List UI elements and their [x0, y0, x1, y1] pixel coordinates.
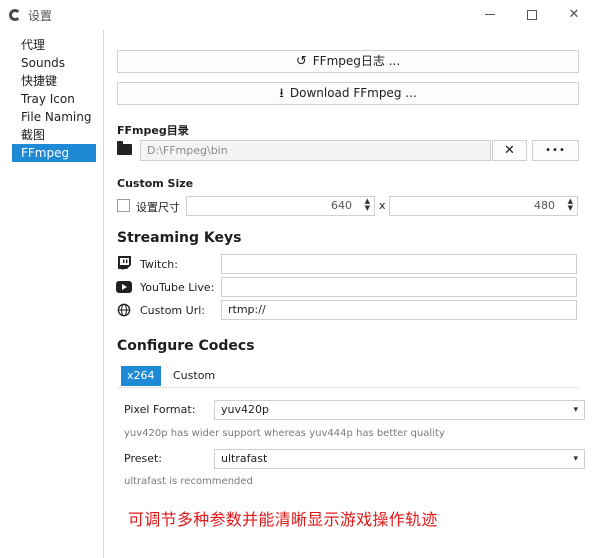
clear-icon: ✕ — [504, 143, 515, 158]
youtube-key-input[interactable] — [221, 277, 577, 297]
pixel-format-select[interactable]: yuv420p ▾ — [214, 400, 585, 420]
codec-settings-panel: Pixel Format: yuv420p ▾ yuv420p has wide… — [117, 387, 585, 497]
width-stepper[interactable]: 640 ▲ ▼ — [186, 196, 375, 216]
youtube-live-label: YouTube Live: — [140, 281, 215, 294]
configure-codecs-heading: Configure Codecs — [117, 338, 255, 354]
custom-url-label: Custom Url: — [140, 304, 205, 317]
history-icon: ↺ — [295, 54, 307, 69]
ffmpeg-dir-label: FFmpeg目录 — [117, 124, 189, 137]
youtube-icon — [116, 281, 132, 293]
sidebar-item-file-naming[interactable]: File Naming — [12, 108, 96, 126]
caption-text: 可调节多种参数并能清晰显示游戏操作轨迹 — [128, 510, 438, 529]
ffmpeg-dir-input[interactable]: D:\FFmpeg\bin — [140, 140, 491, 161]
app-icon — [9, 9, 21, 21]
tab-custom[interactable]: Custom — [167, 366, 221, 386]
custom-url-input[interactable]: rtmp:// — [221, 300, 577, 320]
sidebar-item-hotkeys[interactable]: 快捷键 — [12, 72, 96, 90]
sidebar-item-tray-icon[interactable]: Tray Icon — [12, 90, 96, 108]
chevron-down-icon: ▾ — [573, 454, 578, 464]
sidebar-item-sounds[interactable]: Sounds — [12, 54, 96, 72]
pixel-format-label: Pixel Format: — [124, 403, 196, 416]
size-separator: x — [379, 199, 386, 212]
window-title: 设置 — [28, 9, 53, 23]
preset-select[interactable]: ultrafast ▾ — [214, 449, 585, 469]
download-icon: ⭳ — [279, 86, 284, 101]
height-spin-arrows-icon[interactable]: ▲ ▼ — [568, 198, 573, 212]
minimize-icon — [485, 14, 495, 15]
chevron-down-icon: ▾ — [573, 405, 578, 415]
tab-x264[interactable]: x264 — [121, 366, 161, 386]
maximize-icon — [527, 9, 537, 20]
browse-dir-button[interactable]: ••• — [532, 140, 579, 161]
width-spin-arrows-icon[interactable]: ▲ ▼ — [365, 198, 370, 212]
custom-size-checkbox-label: 设置尺寸 — [136, 201, 180, 214]
sidebar-item-screenshot[interactable]: 截图 — [12, 126, 96, 144]
custom-size-heading: Custom Size — [117, 177, 194, 190]
custom-size-checkbox[interactable] — [117, 199, 130, 212]
close-button[interactable]: ✕ — [559, 4, 589, 26]
minimize-button[interactable] — [475, 4, 505, 26]
folder-icon — [117, 141, 132, 155]
pixel-format-value: yuv420p — [221, 403, 269, 416]
close-icon: ✕ — [568, 7, 580, 22]
sidebar-item-proxy[interactable]: 代理 — [12, 36, 96, 54]
download-ffmpeg-button[interactable]: ⭳ Download FFmpeg ... — [117, 82, 579, 105]
clear-dir-button[interactable]: ✕ — [492, 140, 527, 161]
ffmpeg-settings-panel: ↺ FFmpeg日志 ... ⭳ Download FFmpeg ... FFmpe… — [104, 30, 600, 558]
height-stepper[interactable]: 480 ▲ ▼ — [389, 196, 578, 216]
download-ffmpeg-label: Download FFmpeg ... — [289, 86, 417, 100]
title-bar: 设置 ✕ — [0, 0, 600, 30]
width-value: 640 — [331, 199, 352, 212]
globe-icon — [117, 303, 131, 317]
height-value: 480 — [534, 199, 555, 212]
twitch-icon — [118, 256, 131, 270]
twitch-key-input[interactable] — [221, 254, 577, 274]
more-icon: ••• — [545, 145, 566, 156]
ffmpeg-log-label: FFmpeg日志 ... — [312, 54, 401, 68]
preset-value: ultrafast — [221, 452, 268, 465]
maximize-button[interactable] — [517, 4, 547, 26]
ffmpeg-log-button[interactable]: ↺ FFmpeg日志 ... — [117, 50, 579, 73]
sidebar-item-ffmpeg[interactable]: FFmpeg — [12, 144, 96, 162]
preset-label: Preset: — [124, 452, 163, 465]
settings-sidebar: 代理 Sounds 快捷键 Tray Icon File Naming 截图 F… — [0, 30, 104, 558]
preset-hint: ultrafast is recommended — [124, 476, 253, 487]
streaming-keys-heading: Streaming Keys — [117, 230, 242, 246]
pixel-format-hint: yuv420p has wider support whereas yuv444… — [124, 428, 445, 439]
twitch-label: Twitch: — [140, 258, 178, 271]
